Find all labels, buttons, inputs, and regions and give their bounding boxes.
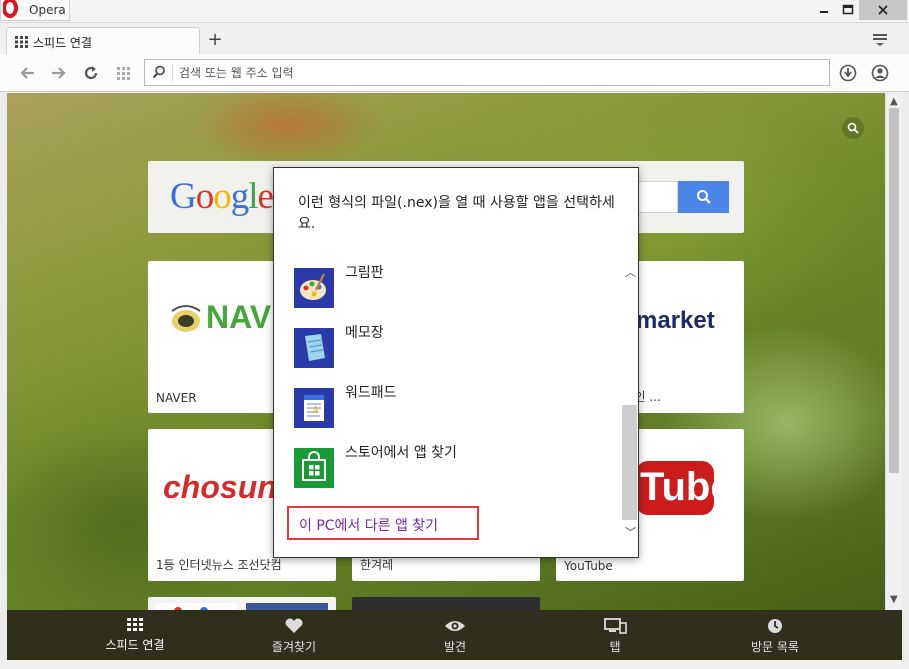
- svg-text:A: A: [312, 405, 320, 416]
- minimize-icon: [820, 11, 828, 13]
- bottom-bar-label: 발견: [443, 640, 467, 654]
- close-button[interactable]: [859, 0, 907, 20]
- new-tab-button[interactable]: +: [205, 29, 225, 50]
- user-icon: [871, 64, 889, 82]
- navigation-bar: [0, 54, 909, 92]
- app-option-paint[interactable]: 그림판: [294, 262, 604, 308]
- address-bar[interactable]: [144, 59, 830, 86]
- youtube-logo-text: Tube: [640, 465, 733, 509]
- app-option-store[interactable]: 스토어에서 앱 찾기: [294, 442, 604, 488]
- tile-thumbnail: [156, 603, 328, 610]
- app-option-wordpad[interactable]: A 워드패드: [294, 382, 604, 428]
- scrollbar-thumb[interactable]: [889, 108, 899, 473]
- heart-icon: [285, 618, 303, 633]
- tab-strip: 스피드 연결 +: [0, 22, 909, 55]
- bottom-bar-discover[interactable]: 발견: [375, 618, 535, 655]
- bottom-bar-bookmarks[interactable]: 즐겨찾기: [214, 618, 374, 655]
- app-title-tab: Opera: [0, 0, 70, 21]
- chevron-down-icon[interactable]: ﹀: [625, 524, 636, 540]
- paint-icon: [294, 268, 334, 308]
- back-button[interactable]: [18, 64, 38, 82]
- naver-logo-text: NAV: [206, 299, 272, 335]
- tab-speed-dial[interactable]: 스피드 연결: [6, 27, 200, 55]
- tile-label: NAVER: [156, 391, 197, 405]
- bottom-bar-label: 즐겨찾기: [271, 640, 317, 654]
- tile-label: YouTube: [564, 559, 613, 573]
- wordpad-icon: A: [294, 388, 334, 428]
- maximize-button[interactable]: [834, 0, 862, 20]
- scroll-up-arrow-icon[interactable]: ▲: [890, 96, 898, 107]
- download-icon: [839, 64, 857, 82]
- speed-dial-tile-partial-dark[interactable]: [352, 597, 540, 610]
- search-icon: [152, 65, 165, 79]
- google-logo: Google: [170, 176, 274, 217]
- bottom-bar-tabs[interactable]: 탭: [535, 618, 695, 655]
- search-icon: [696, 190, 711, 204]
- address-input[interactable]: [179, 61, 819, 84]
- reload-button[interactable]: [81, 64, 101, 82]
- bottom-bar-label: 탭: [609, 640, 621, 654]
- market-logo-text: market: [636, 307, 715, 334]
- bottom-bar-history[interactable]: 방문 목록: [695, 618, 855, 655]
- app-title: Opera: [29, 3, 66, 17]
- tile-label: 1등 인터넷뉴스 조선닷컴: [156, 558, 282, 572]
- speed-dial-icon: [127, 618, 143, 631]
- naver-bird-logo: [171, 305, 201, 332]
- maximize-icon: [842, 4, 854, 15]
- dialog-title: 이런 형식의 파일(.nex)을 열 때 사용할 앱을 선택하세요.: [298, 195, 615, 232]
- store-icon: [294, 448, 334, 488]
- bottom-bar-speed-dial[interactable]: 스피드 연결: [55, 618, 215, 653]
- eye-icon: [445, 621, 465, 631]
- status-bar: [0, 660, 909, 669]
- grid-icon: [117, 66, 130, 80]
- bottom-bar: 스피드 연결 즐겨찾기 발견 탭 방문 목록: [7, 610, 902, 660]
- window-titlebar: Opera: [0, 0, 909, 22]
- bottom-bar-label: 방문 목록: [751, 640, 799, 654]
- google-search-button[interactable]: [678, 181, 729, 213]
- devices-icon: [604, 618, 627, 634]
- forward-button[interactable]: [48, 64, 68, 82]
- speed-dial-tile-partial[interactable]: [148, 597, 336, 610]
- open-with-dialog: 이런 형식의 파일(.nex)을 열 때 사용할 앱을 선택하세요. 그림판 메…: [273, 167, 639, 558]
- downloads-button[interactable]: [838, 64, 858, 82]
- bottom-bar-label: 스피드 연결: [105, 638, 165, 652]
- more-apps-link-text[interactable]: 이 PC에서 다른 앱 찾기: [299, 515, 438, 535]
- back-arrow-icon: [20, 67, 34, 79]
- menu-icon[interactable]: [872, 33, 890, 47]
- forward-arrow-icon: [52, 67, 66, 79]
- opera-logo-icon: [3, 0, 18, 18]
- account-button[interactable]: [870, 64, 890, 82]
- close-icon: [878, 5, 888, 15]
- page-search-button[interactable]: [842, 117, 864, 139]
- tab-title: 스피드 연결: [33, 36, 93, 50]
- page-scrollbar[interactable]: ▲ ▼: [885, 93, 902, 610]
- tile-label: 한겨레: [360, 558, 394, 572]
- notepad-icon: [294, 328, 334, 368]
- app-name: 스토어에서 앱 찾기: [345, 445, 457, 461]
- reload-icon: [84, 66, 98, 80]
- app-name: 그림판: [345, 265, 384, 281]
- magnifier-icon: [847, 122, 859, 134]
- app-option-notepad[interactable]: 메모장: [294, 322, 604, 368]
- dialog-scrollbar[interactable]: ︿ ﹀: [622, 262, 637, 546]
- scroll-down-arrow-icon[interactable]: ▼: [890, 594, 898, 605]
- app-name: 워드패드: [345, 385, 397, 401]
- speed-dial-grid-icon: [15, 36, 28, 48]
- dialog-scrollbar-thumb[interactable]: [622, 405, 637, 520]
- clock-icon: [768, 619, 782, 633]
- chosun-logo-text: chosun: [163, 469, 277, 505]
- app-name: 메모장: [345, 325, 384, 341]
- speed-dial-shortcut-button[interactable]: [114, 64, 134, 82]
- chevron-up-icon[interactable]: ︿: [625, 264, 636, 280]
- more-apps-link[interactable]: 이 PC에서 다른 앱 찾기: [287, 506, 479, 540]
- address-divider: [172, 64, 173, 81]
